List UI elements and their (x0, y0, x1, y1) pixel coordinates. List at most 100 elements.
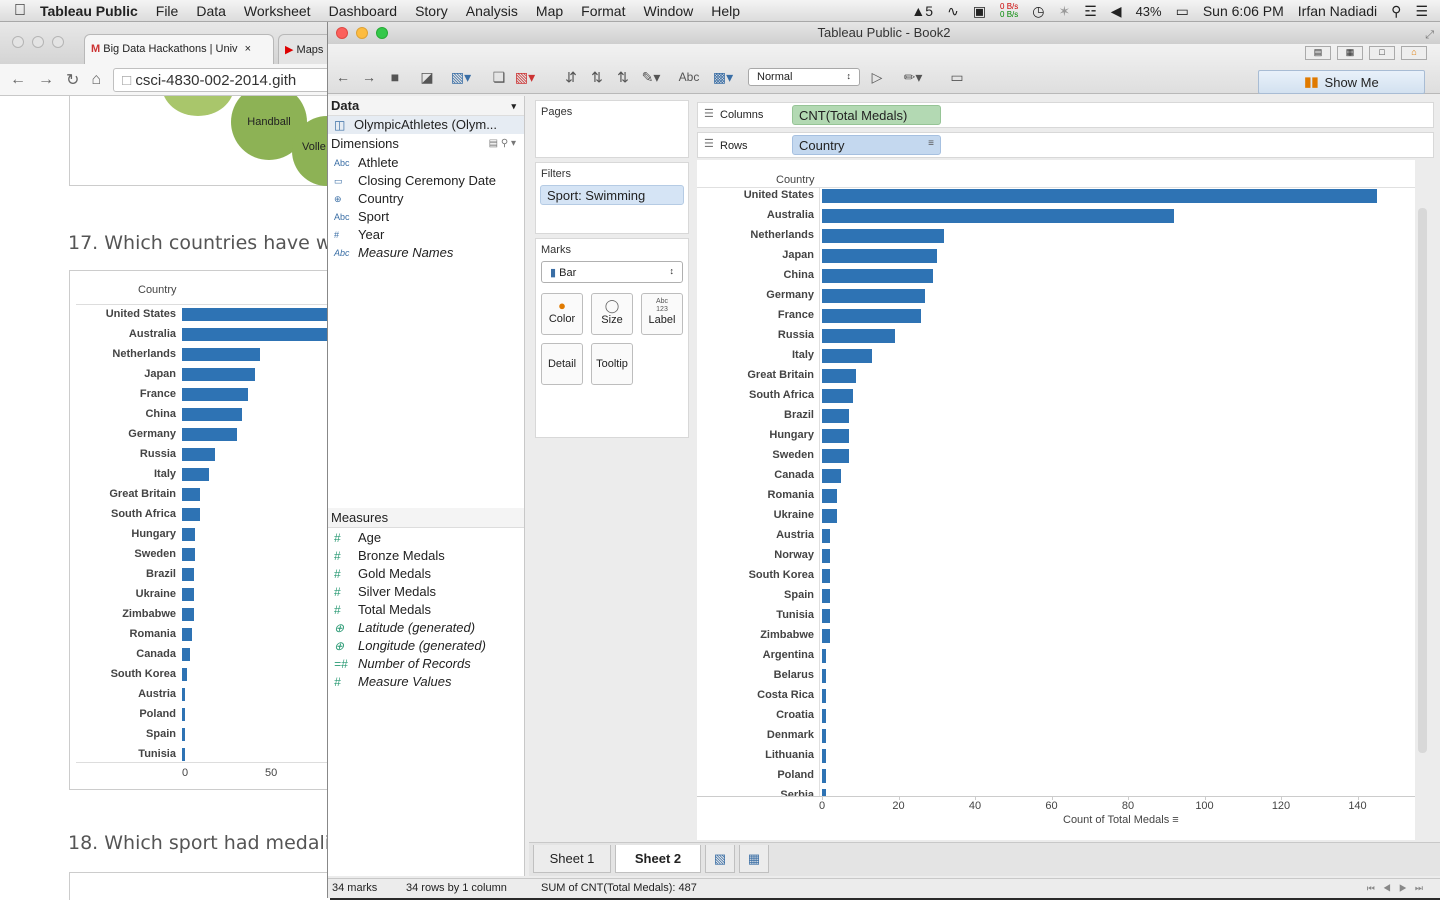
volume-icon[interactable]: ◀ (1111, 3, 1122, 20)
app-menu[interactable]: Tableau Public (40, 3, 138, 19)
bar[interactable] (822, 449, 849, 463)
field-item[interactable]: Abc Athlete (328, 154, 524, 172)
detail-button[interactable]: Detail (541, 343, 583, 385)
new-sheet-icon[interactable]: ▧▾ (450, 68, 472, 86)
minimize-button[interactable] (356, 27, 368, 39)
menu-map[interactable]: Map (536, 3, 563, 19)
adobe-icon[interactable]: ▲5 (911, 3, 933, 19)
bar[interactable] (182, 528, 196, 541)
bar[interactable] (182, 348, 261, 361)
bar[interactable] (182, 428, 237, 441)
sheet-nav-controls[interactable]: ⏮◀▶⏭ (1367, 879, 1431, 897)
reload-icon[interactable]: ↻ (66, 70, 79, 90)
field-item[interactable]: # Silver Medals (328, 583, 524, 601)
bar[interactable] (822, 209, 1174, 223)
bar[interactable] (182, 748, 186, 761)
field-item[interactable]: # Measure Values (328, 673, 524, 691)
bar[interactable] (822, 629, 830, 643)
close-button[interactable] (336, 27, 348, 39)
field-item[interactable]: ⊕ Latitude (generated) (328, 619, 524, 637)
bar[interactable] (822, 529, 830, 543)
datasource-icon[interactable]: ◪ (416, 68, 438, 86)
zoom-button[interactable] (52, 36, 64, 48)
bar[interactable] (822, 489, 838, 503)
back-icon[interactable]: ← (332, 68, 354, 86)
menu-window[interactable]: Window (643, 3, 693, 19)
field-item[interactable]: ⊕ Longitude (generated) (328, 637, 524, 655)
apple-icon[interactable]:  (0, 2, 40, 20)
mark-type-select[interactable]: ▮ Bar ↕ (541, 261, 683, 283)
bar[interactable] (182, 488, 201, 501)
columns-shelf[interactable]: ☰ Columns CNT(Total Medals) (697, 102, 1434, 128)
field-item[interactable]: Abc Measure Names (328, 244, 524, 262)
x-axis-title[interactable]: Count of Total Medals ≡ (1063, 814, 1179, 826)
sort-ascending-icon[interactable]: ⇅ (586, 68, 608, 86)
chart-type-icon[interactable]: ▩▾ (712, 68, 734, 86)
bar[interactable] (182, 448, 216, 461)
field-item[interactable]: # Year (328, 226, 524, 244)
bar[interactable] (822, 309, 922, 323)
bar[interactable] (182, 568, 194, 581)
bar[interactable] (182, 588, 194, 601)
rows-shelf[interactable]: ☰ Rows Country ≡ (697, 132, 1434, 158)
start-page-icon[interactable]: ⌂ (1401, 46, 1427, 60)
filter-pill[interactable]: Sport: Swimming (540, 185, 684, 205)
bar[interactable] (822, 429, 849, 443)
battery-icon[interactable]: ▭ (1176, 3, 1189, 20)
show-me-button[interactable]: ▮▮ Show Me (1258, 70, 1425, 94)
bar[interactable] (822, 789, 826, 796)
home-icon[interactable]: ⌂ (91, 71, 101, 89)
bar[interactable] (822, 649, 826, 663)
menu-file[interactable]: File (156, 3, 179, 19)
sheet-sorter-icon[interactable]: ▦ (1337, 46, 1363, 60)
sort-icon[interactable]: ≡ (1172, 814, 1178, 826)
bar[interactable] (182, 708, 186, 721)
spotlight-icon[interactable]: ⚲ (1391, 3, 1401, 20)
annotate-icon[interactable]: ✏▾ (902, 68, 924, 86)
fit-select[interactable]: Normal ↕ (748, 68, 860, 86)
forward-icon[interactable]: → (358, 68, 380, 86)
tab-sheet-1[interactable]: Sheet 1 (533, 845, 611, 873)
menu-data[interactable]: Data (196, 3, 226, 19)
bar[interactable] (822, 509, 838, 523)
bluetooth-icon[interactable]: ✶ (1059, 3, 1071, 20)
bar[interactable] (822, 689, 826, 703)
bar[interactable] (822, 469, 842, 483)
bar[interactable] (822, 289, 926, 303)
pin-axis-icon[interactable]: ▷ (866, 68, 888, 86)
swap-icon[interactable]: ⇵ (560, 68, 582, 86)
clock[interactable]: Sun 6:06 PM (1203, 3, 1284, 19)
menu-worksheet[interactable]: Worksheet (244, 3, 311, 19)
field-item[interactable]: Abc Sport (328, 208, 524, 226)
rows-pill[interactable]: Country ≡ (792, 135, 941, 155)
back-icon[interactable]: ← (10, 71, 26, 89)
bar[interactable] (182, 648, 191, 661)
battery-percent[interactable]: 43% (1136, 4, 1162, 19)
bar[interactable] (182, 668, 187, 681)
menu-story[interactable]: Story (415, 3, 448, 19)
bar[interactable] (182, 508, 201, 521)
menu-dashboard[interactable]: Dashboard (329, 3, 398, 19)
filmstrip-icon[interactable]: ▤ (1305, 46, 1331, 60)
bar[interactable] (822, 609, 830, 623)
bar[interactable] (182, 728, 186, 741)
columns-pill[interactable]: CNT(Total Medals) (792, 105, 941, 125)
time-machine-icon[interactable]: ◷ (1032, 3, 1044, 20)
zoom-button[interactable] (376, 27, 388, 39)
bar[interactable] (822, 249, 937, 263)
clipboard-icon[interactable]: ▣ (973, 3, 986, 20)
bar[interactable] (182, 328, 330, 341)
scrollbar[interactable] (1418, 208, 1427, 753)
bar[interactable] (182, 608, 194, 621)
fullscreen-icon[interactable]: ⤢ (1425, 24, 1434, 46)
tab-sheet-2[interactable]: Sheet 2 (615, 845, 701, 873)
new-dashboard-tab[interactable]: ▦ (739, 845, 769, 873)
forward-icon[interactable]: → (38, 71, 54, 89)
bar[interactable] (182, 368, 256, 381)
bar[interactable] (822, 409, 849, 423)
close-button[interactable] (12, 36, 24, 48)
duplicate-sheet-icon[interactable]: ❏ (488, 68, 510, 86)
sync-icon[interactable]: ∿ (947, 3, 959, 20)
labels-icon[interactable]: Abc (676, 68, 702, 86)
bar[interactable] (182, 688, 186, 701)
